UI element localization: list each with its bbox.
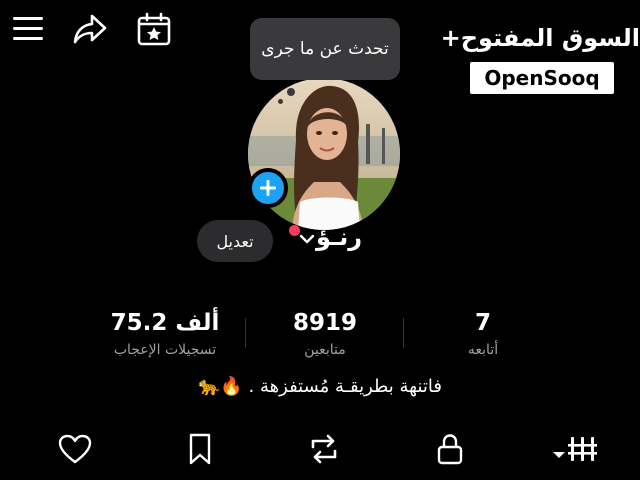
menu-button[interactable] <box>8 10 48 46</box>
tab-reposts[interactable] <box>300 425 348 473</box>
likes-count: 75.2 ألف <box>110 310 220 336</box>
lock-icon <box>437 434 463 465</box>
tab-private[interactable] <box>426 425 474 473</box>
share-button[interactable] <box>70 10 110 48</box>
chevron-down-icon[interactable] <box>299 232 315 246</box>
followers-label: متابعين <box>304 342 346 358</box>
heart-icon <box>58 434 92 464</box>
calendar-star-icon <box>137 12 171 46</box>
opensooq-logo: OpenSooq <box>470 62 614 94</box>
status-bubble[interactable]: تحدث عن ما جرى <box>250 18 400 80</box>
tab-saved[interactable] <box>176 425 224 473</box>
following-label: أتابعه <box>467 342 499 358</box>
tab-liked[interactable] <box>51 425 99 473</box>
bookmark-icon <box>189 433 211 465</box>
likes-label: تسجيلات الإعجاب <box>113 342 217 358</box>
bubble-tail-small <box>278 99 283 104</box>
opensooq-arabic-logo: السوق المفتوح+ <box>440 24 640 52</box>
calendar-button[interactable] <box>134 10 174 48</box>
followers-stat[interactable]: 8919 متابعين <box>240 308 410 362</box>
profile-bio: فاتنهة بطريقـة مُستفزهة . 🔥🐆 <box>198 376 442 397</box>
menu-icon <box>13 17 43 40</box>
tab-posts[interactable] <box>548 425 604 473</box>
profile-name[interactable]: رنـؤ <box>316 223 376 259</box>
likes-stat[interactable]: 75.2 ألف تسجيلات الإعجاب <box>80 308 250 362</box>
bubble-tail <box>287 88 295 96</box>
grid-icon <box>553 437 597 461</box>
add-story-button[interactable] <box>248 168 288 208</box>
following-count: 7 <box>474 310 491 336</box>
repost-icon <box>311 434 337 464</box>
followers-count: 8919 <box>292 310 357 336</box>
edit-profile-button[interactable]: تعديل <box>197 220 273 262</box>
share-icon <box>73 14 107 44</box>
following-stat[interactable]: 7 أتابعه <box>398 308 568 362</box>
plus-icon <box>260 180 276 196</box>
